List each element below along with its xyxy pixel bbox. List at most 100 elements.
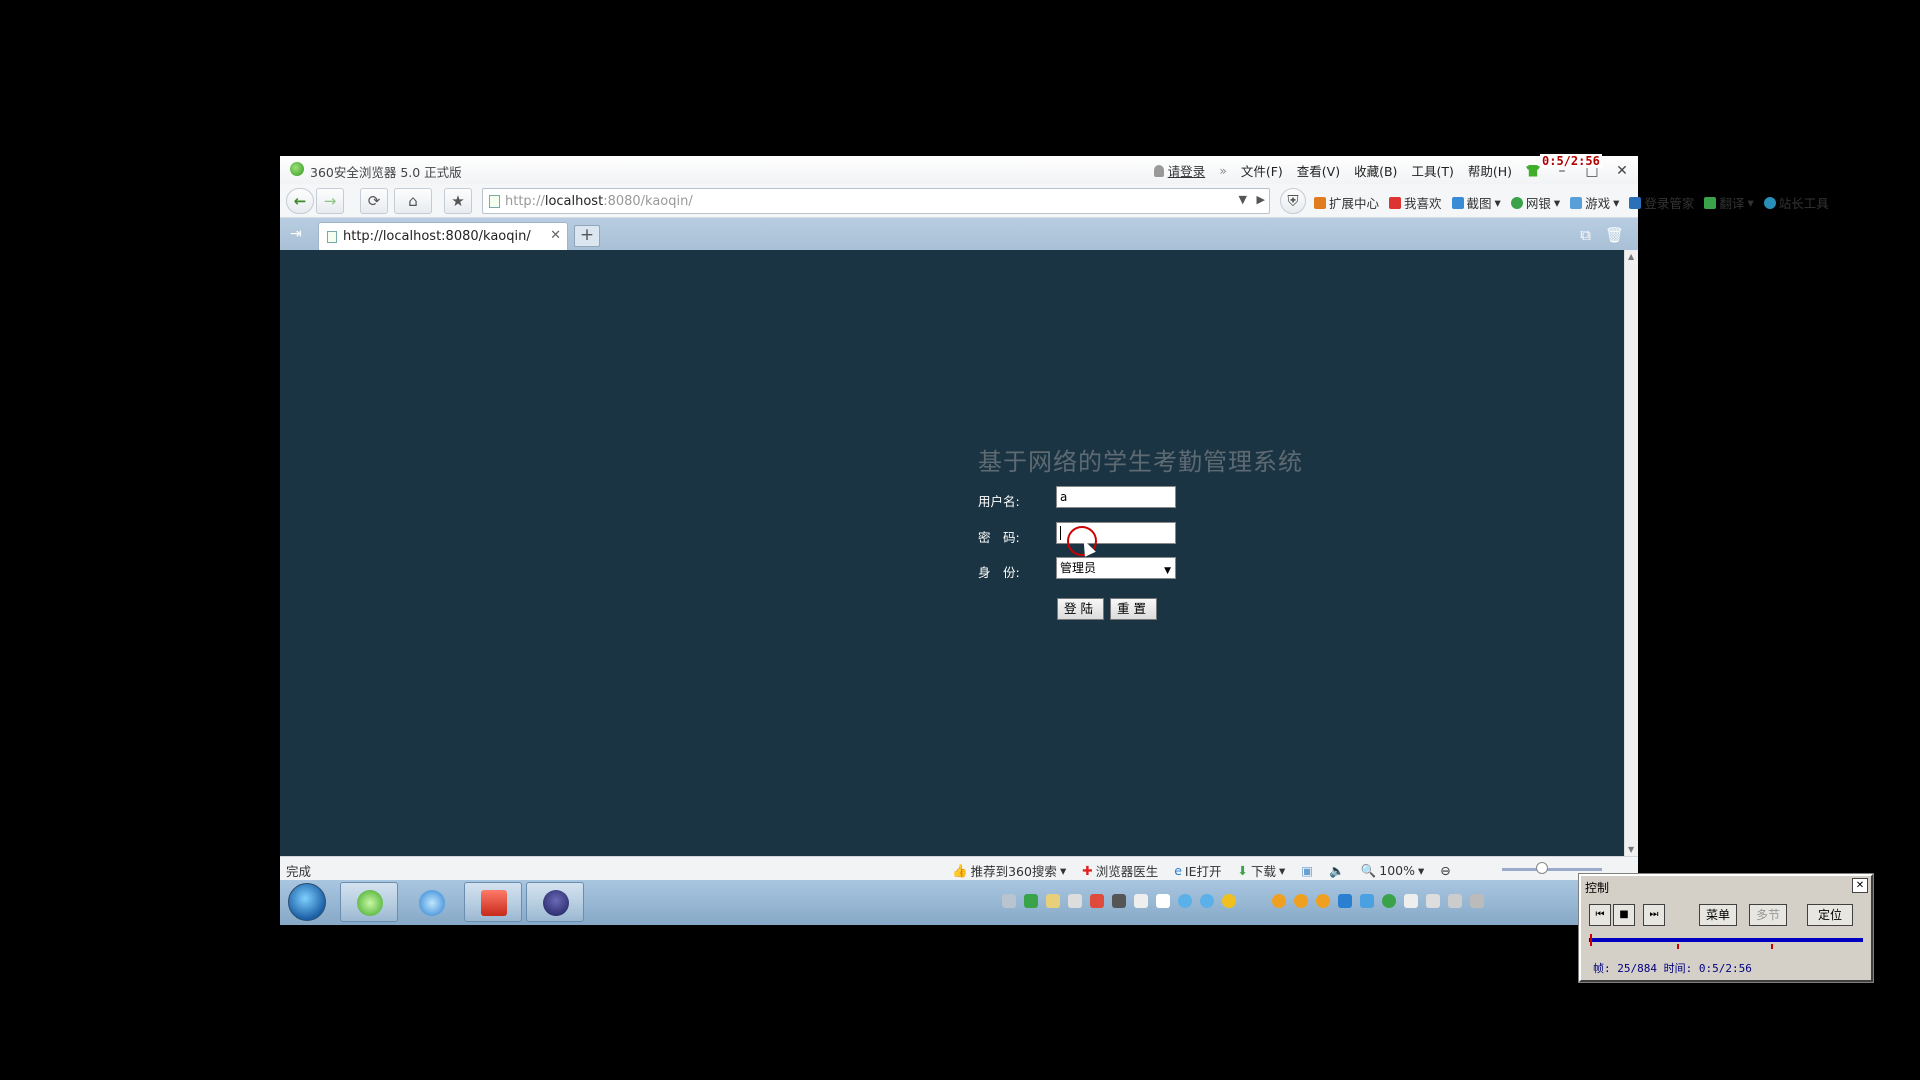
playback-position-marker[interactable] [1590, 934, 1592, 946]
role-select[interactable]: 管理员 ▼ [1056, 557, 1176, 579]
volume-icon[interactable] [1448, 894, 1462, 908]
shield-icon[interactable] [1360, 894, 1374, 908]
taskbar-app-ie[interactable] [402, 882, 460, 922]
skin-icon[interactable] [1526, 164, 1540, 177]
taskbar-app-eclipse[interactable] [526, 882, 584, 922]
taskbar-app-360browser[interactable] [340, 882, 398, 922]
recommend-360-button[interactable]: 👍 推荐到360搜索 ▾ [952, 861, 1066, 880]
start-button[interactable] [288, 883, 326, 921]
status-item-label: 推荐到360搜索 [970, 864, 1057, 879]
locate-button[interactable]: 定位 [1807, 904, 1853, 926]
qq-icon[interactable] [1316, 894, 1330, 908]
thumb-icon: 👍 [952, 862, 968, 878]
status-bar: 完成 👍 推荐到360搜索 ▾ ✚ 浏览器医生 e IE打开 ⬇ 下载 ▾ ▣ 🔈 🔍 1… [280, 856, 1638, 880]
playback-track[interactable] [1589, 938, 1863, 942]
refresh-icon: ⟳ [367, 192, 381, 210]
toolbar-link-login-manager[interactable]: 登录管家 [1629, 193, 1694, 212]
username-input[interactable]: a [1056, 486, 1176, 508]
play-start-icon[interactable]: ⏮ [1589, 904, 1611, 926]
address-scheme: http:// [505, 193, 545, 209]
refresh-button[interactable]: ⟳ [360, 188, 388, 214]
address-dropdown-icon[interactable]: ▼ [1239, 193, 1247, 206]
device-icon[interactable] [1426, 894, 1440, 908]
address-bar[interactable]: http://localhost:8080/kaoqin/ ▼ ▶ [482, 188, 1270, 214]
control-panel-title: 控制 [1581, 876, 1871, 896]
taskbar-app-toolbox[interactable] [464, 882, 522, 922]
toolbar-link-translate[interactable]: 翻译 ▾ [1704, 193, 1754, 212]
tray-app-icon[interactable] [1134, 894, 1148, 908]
network-icon[interactable] [1470, 894, 1484, 908]
zoom-button[interactable]: 🔍 100% ▾ [1361, 861, 1425, 880]
menu-button[interactable]: 菜单 [1699, 904, 1737, 926]
system-title: 基于网络的学生考勤管理系统 [978, 448, 1303, 476]
menu-help[interactable]: 帮助(H) [1468, 161, 1512, 180]
stop-icon[interactable]: ■ [1613, 904, 1635, 926]
window-icon[interactable]: ▣ [1301, 861, 1313, 880]
title-bar: 360安全浏览器 5.0 正式版 请登录 » 文件(F) 查看(V) 收藏(B)… [280, 156, 1638, 184]
tray-app-icon[interactable] [1156, 894, 1170, 908]
chevron-down-icon: ▼ [1164, 566, 1171, 576]
browser-doctor-button[interactable]: ✚ 浏览器医生 [1082, 861, 1158, 880]
sidebar-toggle-icon[interactable]: ⇥ [290, 226, 302, 242]
browser-window: 360安全浏览器 5.0 正式版 请登录 » 文件(F) 查看(V) 收藏(B)… [280, 154, 1829, 925]
tray-app-icon[interactable] [1178, 894, 1192, 908]
menu-file[interactable]: 文件(F) [1241, 161, 1283, 180]
toolbar-link-webmaster[interactable]: 站长工具 [1763, 193, 1829, 212]
favorite-button[interactable]: ★ [444, 188, 472, 214]
toolbar-link-screenshot[interactable]: 截图 ▾ [1451, 193, 1501, 212]
home-icon: ⌂ [408, 192, 418, 210]
control-panel-close-icon[interactable]: ✕ [1852, 878, 1868, 893]
tray-app-icon[interactable] [1200, 894, 1214, 908]
new-tab-button[interactable]: + [574, 225, 600, 247]
menu-tools[interactable]: 工具(T) [1411, 161, 1453, 180]
keyboard-icon[interactable] [1002, 894, 1016, 908]
toolbar-link-extensions[interactable]: 扩展中心 [1314, 193, 1379, 212]
forward-button[interactable]: → [316, 188, 344, 214]
play-end-icon[interactable]: ⏭ [1643, 904, 1665, 926]
status-item-label: IE打开 [1184, 864, 1222, 879]
login-button[interactable]: 登陆 [1057, 598, 1104, 620]
multi-section-button[interactable]: 多节 [1749, 904, 1787, 926]
login-link[interactable]: 请登录 [1153, 161, 1205, 180]
zoom-slider[interactable] [1502, 868, 1602, 871]
vertical-scrollbar[interactable]: ▲ ▼ [1624, 250, 1638, 856]
home-button[interactable]: ⌂ [394, 188, 432, 214]
close-icon[interactable]: ✕ [1614, 163, 1630, 179]
more-icon[interactable]: » [1219, 163, 1227, 178]
tab-kaoqin[interactable]: http://localhost:8080/kaoqin/ ✕ [318, 222, 568, 250]
ie-open-button[interactable]: e IE打开 [1174, 861, 1221, 880]
tray-app-icon[interactable] [1112, 894, 1126, 908]
download-button[interactable]: ⬇ 下载 ▾ [1238, 861, 1286, 880]
zoom-out-icon[interactable]: ⊖ [1440, 861, 1450, 880]
trash-icon[interactable]: 🗑 [1605, 226, 1624, 244]
reset-button[interactable]: 重置 [1110, 598, 1157, 620]
flag-icon[interactable] [1404, 894, 1418, 908]
tab-tools: ⧉ 🗑 [1580, 226, 1624, 244]
zoom-slider-handle[interactable] [1536, 862, 1548, 874]
toolbar-link-likes[interactable]: 我喜欢 [1389, 193, 1442, 212]
menu-view[interactable]: 查看(V) [1297, 161, 1340, 180]
back-button[interactable]: ← [286, 188, 314, 214]
volume-icon[interactable]: 🔈 [1329, 861, 1345, 880]
toolbar-link-games[interactable]: 游戏 ▾ [1570, 193, 1619, 212]
star-icon: ★ [451, 192, 465, 210]
tray-app-icon[interactable] [1024, 894, 1038, 908]
qq-icon[interactable] [1294, 894, 1308, 908]
restore-tabs-icon[interactable]: ⧉ [1580, 226, 1591, 244]
qq-icon[interactable] [1222, 894, 1236, 908]
qq-icon[interactable] [1272, 894, 1286, 908]
scroll-up-icon[interactable]: ▲ [1628, 252, 1634, 261]
security-shield-button[interactable]: ⛨ [1280, 188, 1306, 214]
browser-logo-icon [290, 162, 304, 176]
scroll-down-icon[interactable]: ▼ [1628, 845, 1634, 854]
tab-close-icon[interactable]: ✕ [550, 228, 561, 243]
toolbar-link-banking[interactable]: 网银 ▾ [1510, 193, 1560, 212]
tray-app-icon[interactable] [1046, 894, 1060, 908]
security-icon[interactable] [1338, 894, 1352, 908]
sync-icon[interactable] [1382, 894, 1396, 908]
tray-app-icon[interactable] [1068, 894, 1082, 908]
go-icon[interactable]: ▶ [1257, 193, 1265, 206]
menu-favorites[interactable]: 收藏(B) [1354, 161, 1397, 180]
tray-app-icon[interactable] [1090, 894, 1104, 908]
status-item-label: 浏览器医生 [1095, 864, 1159, 879]
